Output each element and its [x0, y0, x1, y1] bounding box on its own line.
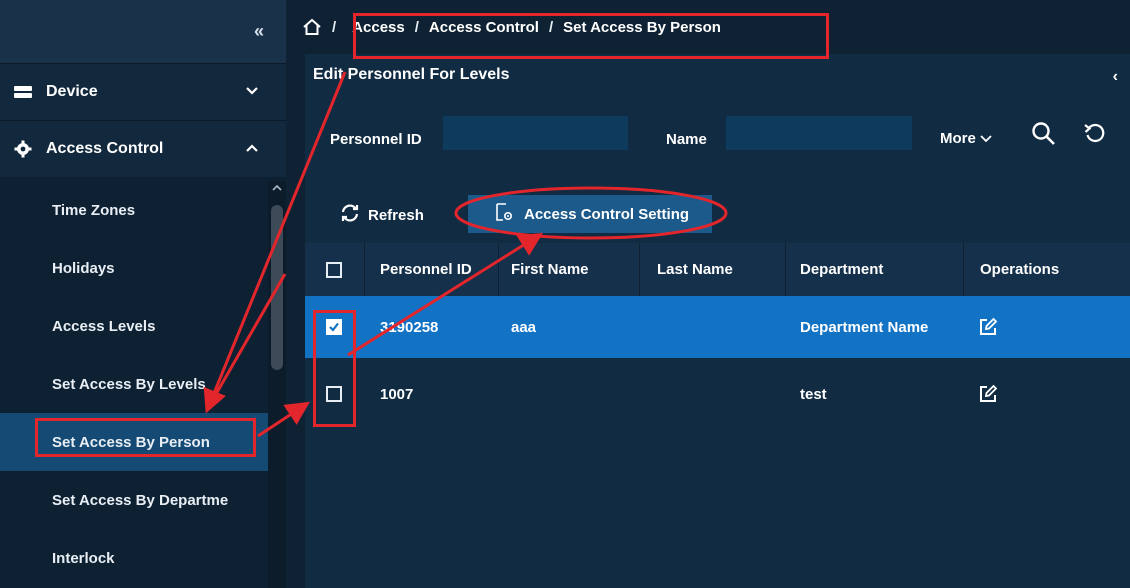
table-row[interactable]: 3190258 aaa Department Name [305, 296, 1130, 358]
reset-icon[interactable] [1083, 121, 1107, 150]
column-divider [498, 243, 499, 296]
table-header: Personnel ID First Name Last Name Depart… [305, 243, 1130, 296]
annotation-menu-box [35, 418, 256, 457]
scroll-up-icon[interactable] [272, 183, 282, 194]
sidebar-item-set-access-by-department[interactable]: Set Access By Departme [0, 471, 268, 529]
access-control-setting-label: Access Control Setting [524, 205, 690, 223]
cell-department: Department Name [800, 318, 929, 336]
column-divider [364, 243, 365, 296]
sidebar-item-time-zones[interactable]: Time Zones [0, 181, 268, 239]
column-header-last-name[interactable]: Last Name [657, 243, 733, 296]
main-panel: Edit Personnel For Levels ‹ Personnel ID… [305, 54, 1130, 588]
chevron-down-icon [246, 84, 258, 98]
sidebar-item-set-access-by-levels[interactable]: Set Access By Levels [0, 355, 268, 413]
panel-collapse-button[interactable]: ‹ [1113, 68, 1118, 86]
nav-group-label: Access Control [46, 140, 164, 157]
sidebar: « Device Access Control Time Zones Holid… [0, 0, 286, 588]
name-label: Name [666, 131, 707, 148]
annotation-breadcrumb-box [353, 13, 829, 59]
column-divider [639, 243, 640, 296]
refresh-button[interactable]: Refresh [340, 204, 424, 226]
access-setting-icon [494, 202, 514, 226]
device-icon [12, 85, 34, 99]
more-label: More [940, 130, 976, 147]
chevron-up-icon [246, 141, 258, 155]
cell-department: test [800, 385, 827, 403]
nav-group-device[interactable]: Device [0, 63, 286, 120]
chevron-down-icon [980, 130, 992, 147]
sidebar-header: « [0, 0, 286, 63]
access-control-submenu: Time Zones Holidays Access Levels Set Ac… [0, 181, 268, 587]
more-button[interactable]: More [940, 130, 992, 147]
refresh-icon [340, 204, 360, 226]
nav-group-access-control[interactable]: Access Control [0, 120, 286, 177]
cell-personnel-id: 3190258 [380, 318, 439, 336]
column-header-operations: Operations [980, 261, 1060, 278]
home-icon[interactable] [302, 18, 322, 36]
nav-group-label: Device [46, 83, 98, 100]
table-row[interactable]: 1007 test [305, 363, 1130, 425]
column-header-first-name[interactable]: First Name [511, 243, 589, 296]
select-all-checkbox[interactable] [326, 262, 342, 278]
column-divider [785, 243, 786, 296]
name-input[interactable] [726, 116, 912, 150]
sidebar-item-holidays[interactable]: Holidays [0, 239, 268, 297]
edit-icon[interactable] [978, 296, 998, 358]
cell-personnel-id: 1007 [380, 385, 414, 403]
annotation-checkbox-box [313, 310, 356, 427]
cell-first-name: aaa [511, 318, 537, 336]
personnel-id-label: Personnel ID [330, 131, 422, 148]
sidebar-item-interlock[interactable]: Interlock [0, 529, 268, 587]
refresh-label: Refresh [368, 206, 424, 224]
gear-icon [12, 140, 34, 158]
collapse-sidebar-button[interactable]: « [254, 21, 264, 42]
sidebar-item-access-levels[interactable]: Access Levels [0, 297, 268, 355]
personnel-id-input[interactable] [443, 116, 628, 150]
edit-icon[interactable] [978, 363, 998, 425]
column-divider [963, 243, 964, 296]
column-header-personnel-id[interactable]: Personnel ID [380, 243, 472, 296]
breadcrumb-separator: / [332, 18, 337, 36]
search-icon[interactable] [1031, 121, 1057, 152]
sidebar-scrollbar-thumb[interactable] [271, 205, 283, 370]
access-control-setting-button[interactable]: Access Control Setting [468, 195, 712, 233]
panel-title: Edit Personnel For Levels [313, 66, 510, 83]
column-header-department[interactable]: Department [800, 243, 883, 296]
